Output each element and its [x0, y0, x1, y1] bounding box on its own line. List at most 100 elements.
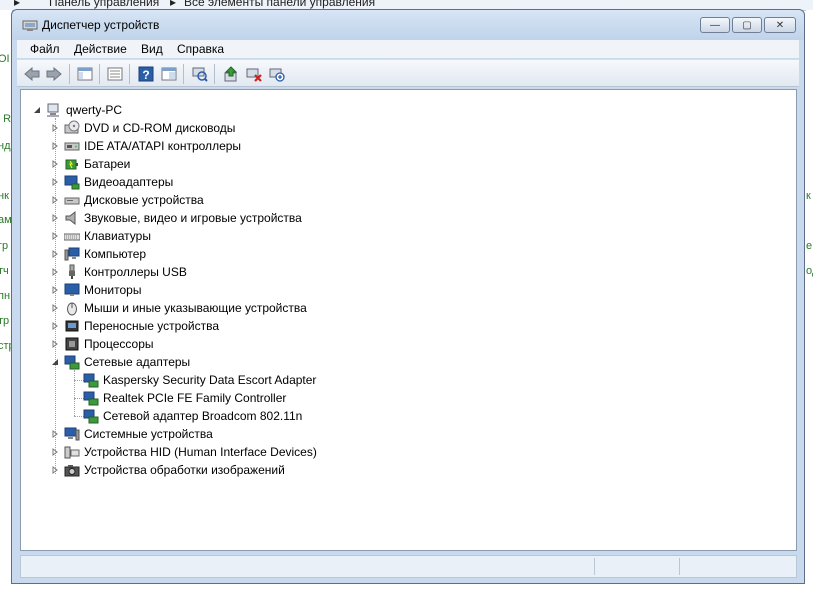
close-button[interactable]: ✕	[764, 17, 796, 33]
tree-category[interactable]: Батареи	[49, 155, 130, 173]
tree-category[interactable]: DVD и CD-ROM дисководы	[49, 119, 235, 137]
expand-icon[interactable]	[49, 176, 61, 188]
background-link[interactable]: нк	[0, 190, 9, 202]
device-item[interactable]: Kaspersky Security Data Escort Adapter	[83, 371, 316, 389]
menu-view[interactable]: Вид	[141, 42, 163, 56]
tree-category[interactable]: Процессоры	[49, 335, 154, 353]
display-adapter-icon	[64, 174, 80, 190]
forward-button[interactable]	[45, 65, 63, 82]
category-label: Системные устройства	[84, 427, 213, 441]
minimize-icon: —	[710, 19, 720, 31]
device-item[interactable]: Realtek PCIe FE Family Controller	[83, 389, 286, 407]
expand-icon[interactable]	[49, 194, 61, 206]
expand-icon[interactable]	[49, 428, 61, 440]
scan-hardware-button[interactable]	[191, 65, 209, 82]
show-hide-tree-button[interactable]	[76, 65, 94, 82]
collapse-icon[interactable]	[49, 356, 61, 368]
background-link[interactable]: ам	[0, 214, 12, 226]
background-link[interactable]: тч	[0, 265, 9, 277]
background-link[interactable]: гр	[0, 240, 8, 252]
tree-category[interactable]: Компьютер	[49, 245, 146, 263]
title-bar[interactable]: Диспетчер устройств — ▢ ✕	[12, 10, 804, 40]
expand-icon[interactable]	[49, 212, 61, 224]
category-label: Клавиатуры	[84, 229, 151, 243]
background-link[interactable]: тр	[0, 315, 9, 327]
update-driver-button[interactable]	[222, 65, 240, 82]
tree-category[interactable]: Дисковые устройства	[49, 191, 204, 209]
expand-icon[interactable]	[49, 122, 61, 134]
expand-icon[interactable]	[49, 266, 61, 278]
mouse-icon	[64, 300, 80, 316]
toolbar-separator	[69, 64, 70, 84]
category-label: DVD и CD-ROM дисководы	[84, 121, 236, 135]
tree-category[interactable]: Мониторы	[49, 281, 141, 299]
disable-button[interactable]	[268, 65, 286, 82]
tree-category[interactable]: IDE ATA/ATAPI контроллеры	[49, 137, 241, 155]
tree-category[interactable]: Видеоадаптеры	[49, 173, 173, 191]
category-label: Дисковые устройства	[84, 193, 204, 207]
category-label: Контроллеры USB	[84, 265, 187, 279]
category-label: Видеоадаптеры	[84, 175, 174, 189]
device-label: Kaspersky Security Data Escort Adapter	[103, 373, 317, 387]
computer-icon	[64, 246, 80, 262]
battery-icon	[64, 156, 80, 172]
tree-category[interactable]: Системные устройства	[49, 425, 213, 443]
status-divider	[679, 558, 680, 575]
scan-hardware-icon	[192, 67, 208, 82]
update-driver-icon	[224, 65, 238, 81]
tree-root[interactable]: qwerty-PC	[31, 101, 122, 119]
menu-help[interactable]: Справка	[177, 42, 224, 56]
tree-category[interactable]: Устройства HID (Human Interface Devices)	[49, 443, 317, 461]
uninstall-button[interactable]	[245, 65, 263, 82]
computer-network-icon	[46, 102, 62, 118]
expand-icon[interactable]	[49, 158, 61, 170]
show-hidden-button[interactable]	[160, 65, 178, 82]
background-breadcrumb-item[interactable]: Панель управления	[49, 0, 159, 9]
tree-category[interactable]: Устройства обработки изображений	[49, 461, 285, 479]
back-icon	[24, 66, 40, 81]
category-label: Звуковые, видео и игровые устройства	[84, 211, 302, 225]
expand-icon[interactable]	[49, 302, 61, 314]
tree-category[interactable]: Контроллеры USB	[49, 263, 187, 281]
tree-category[interactable]: Клавиатуры	[49, 227, 151, 245]
category-label: Устройства HID (Human Interface Devices)	[84, 445, 317, 459]
tree-category[interactable]: Мыши и иные указывающие устройства	[49, 299, 307, 317]
expand-icon[interactable]	[49, 446, 61, 458]
device-manager-icon	[22, 20, 38, 31]
expand-icon[interactable]	[49, 230, 61, 242]
menu-file[interactable]: Файл	[30, 42, 60, 56]
background-link[interactable]: од	[806, 265, 813, 277]
expand-icon[interactable]	[49, 320, 61, 332]
maximize-button[interactable]: ▢	[732, 17, 762, 33]
expand-icon[interactable]	[49, 464, 61, 476]
tree-category[interactable]: Звуковые, видео и игровые устройства	[49, 209, 302, 227]
tree-category[interactable]: Переносные устройства	[49, 317, 219, 335]
computer-name: qwerty-PC	[66, 103, 123, 117]
background-link[interactable]: е	[806, 240, 812, 252]
ide-controller-icon	[64, 138, 80, 154]
properties-button[interactable]	[106, 65, 124, 82]
background-link[interactable]: к	[806, 190, 811, 202]
processor-icon	[64, 336, 80, 352]
expand-icon[interactable]	[49, 140, 61, 152]
expand-icon[interactable]	[49, 284, 61, 296]
background-link[interactable]: пн	[0, 290, 10, 302]
category-label: Мыши и иные указывающие устройства	[84, 301, 307, 315]
background-link[interactable]: нд	[0, 140, 11, 152]
expand-icon[interactable]	[49, 338, 61, 350]
minimize-button[interactable]: —	[700, 17, 730, 33]
back-button[interactable]	[23, 65, 41, 82]
tree-category-expanded[interactable]: Сетевые адаптеры	[49, 353, 190, 371]
expand-icon[interactable]	[49, 248, 61, 260]
help-button[interactable]: ?	[137, 65, 155, 82]
device-tree[interactable]: qwerty-PC DVD и CD-ROM дисководы IDE ATA…	[20, 89, 797, 551]
close-icon: ✕	[775, 19, 785, 31]
category-label: Устройства обработки изображений	[84, 463, 285, 477]
collapse-icon[interactable]	[31, 104, 43, 116]
device-item[interactable]: Сетевой адаптер Broadcom 802.11n	[83, 407, 302, 425]
background-link[interactable]: n R	[0, 113, 11, 125]
menu-action[interactable]: Действие	[74, 42, 127, 56]
background-breadcrumb-item[interactable]: Все элементы панели управления	[184, 0, 375, 9]
maximize-icon: ▢	[742, 19, 752, 31]
show-hide-tree-icon	[77, 67, 93, 80]
